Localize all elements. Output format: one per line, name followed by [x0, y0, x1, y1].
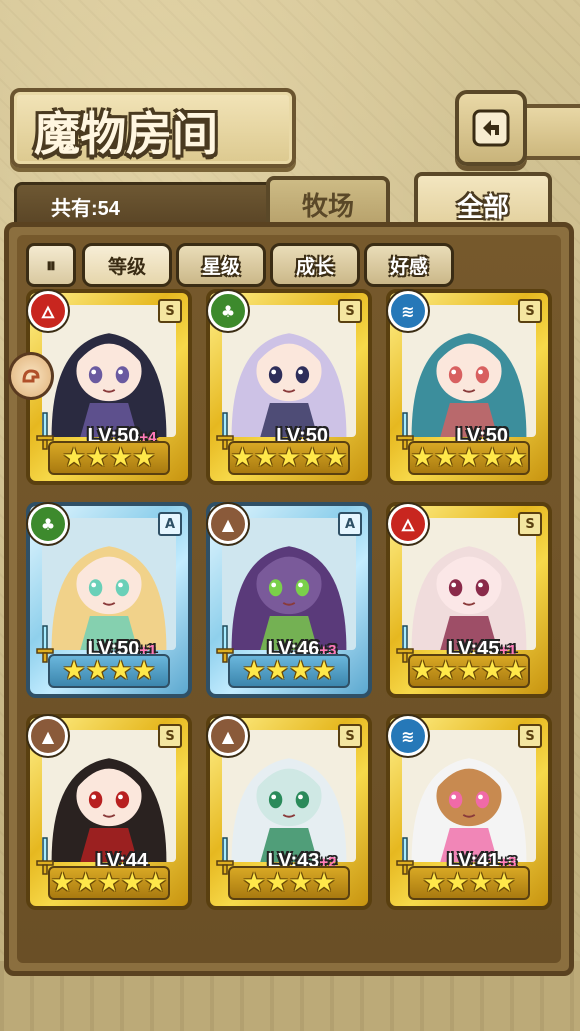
title-plate: 魔物房间 — [10, 88, 296, 168]
star-icon: ★ — [254, 443, 278, 473]
page-title: 魔物房间 — [34, 107, 218, 161]
monster-card[interactable]: ▲ S LV:44 ★ ★ ★ ★ ★ — [26, 714, 192, 910]
star-icon: ★ — [265, 656, 289, 686]
water-element-icon: ≋ — [388, 716, 428, 756]
tab-all-label: 全部 — [456, 192, 509, 223]
monster-card[interactable]: 🜂 S LV:45+1 ★ ★ ★ ★ ★ — [386, 502, 552, 698]
rank-badge: S — [338, 724, 362, 748]
star-icon: ★ — [62, 443, 86, 473]
fire-element-icon: 🜂 — [388, 504, 428, 544]
sort-affection-label: 好感 — [389, 255, 428, 278]
rank-badge: S — [518, 724, 542, 748]
star-icon: ★ — [132, 656, 156, 686]
star-icon: ★ — [62, 656, 86, 686]
star-rating: ★ ★ ★ ★ ★ — [48, 866, 170, 900]
rank-badge: S — [158, 724, 182, 748]
monster-card[interactable]: ≋ S LV:50 ★ ★ ★ ★ ★ — [386, 289, 552, 485]
sort-toggle-icon: ⏸ — [46, 253, 56, 277]
star-icon: ★ — [422, 868, 446, 898]
star-icon: ★ — [265, 868, 289, 898]
star-icon: ★ — [74, 868, 98, 898]
rank-badge: A — [158, 512, 182, 536]
tab-ranch-label: 牧场 — [301, 191, 354, 222]
rank-badge: S — [518, 299, 542, 323]
star-icon: ★ — [410, 656, 435, 686]
monster-card[interactable]: ▲ A LV:46+3 ★ ★ ★ ★ — [206, 502, 372, 698]
star-icon: ★ — [457, 443, 481, 473]
monster-card[interactable]: ♣ A LV:50+1 ★ ★ ★ ★ — [26, 502, 192, 698]
star-icon: ★ — [469, 868, 493, 898]
fire-element-icon: 🜂 — [28, 291, 68, 331]
sort-level-label: 等级 — [107, 255, 146, 278]
star-icon: ★ — [503, 443, 528, 473]
star-icon: ★ — [109, 443, 133, 473]
star-icon: ★ — [480, 443, 504, 473]
monster-count: 共有:54 — [51, 198, 120, 220]
sort-star-button[interactable]: 星级 — [176, 243, 266, 287]
sort-affection-button[interactable]: 好感 — [364, 243, 454, 287]
star-icon: ★ — [503, 656, 528, 686]
sort-star-label: 星级 — [201, 255, 240, 278]
star-icon: ★ — [434, 656, 458, 686]
star-icon: ★ — [50, 868, 75, 898]
star-icon: ★ — [143, 868, 168, 898]
star-icon: ★ — [410, 443, 435, 473]
header-bar — [520, 104, 580, 160]
sort-growth-button[interactable]: 成长 — [270, 243, 360, 287]
rank-badge: S — [338, 299, 362, 323]
star-rating: ★ ★ ★ ★ — [408, 866, 530, 900]
star-icon: ★ — [230, 443, 255, 473]
star-icon: ★ — [120, 868, 144, 898]
earth-element-icon: ▲ — [28, 716, 68, 756]
star-icon: ★ — [492, 868, 516, 898]
star-icon: ★ — [323, 443, 348, 473]
back-button[interactable] — [455, 90, 527, 166]
earth-element-icon: ▲ — [208, 504, 248, 544]
star-icon: ★ — [300, 443, 324, 473]
star-rating: ★ ★ ★ ★ ★ — [408, 654, 530, 688]
star-icon: ★ — [277, 443, 301, 473]
star-icon: ★ — [97, 868, 121, 898]
star-icon: ★ — [242, 656, 266, 686]
tab-ranch[interactable]: 牧场 — [266, 176, 390, 228]
star-rating: ★ ★ ★ ★ — [48, 654, 170, 688]
star-icon: ★ — [445, 868, 469, 898]
rank-badge: S — [158, 299, 182, 323]
star-icon: ★ — [312, 656, 336, 686]
star-rating: ★ ★ ★ ★ ★ — [228, 441, 350, 475]
sort-growth-label: 成长 — [295, 255, 334, 278]
star-icon: ★ — [109, 656, 133, 686]
sort-order-toggle[interactable]: ⏸ — [26, 243, 76, 287]
rank-badge: S — [518, 512, 542, 536]
wood-element-icon: ♣ — [28, 504, 68, 544]
monster-card[interactable]: ♣ S LV:50 ★ ★ ★ ★ ★ — [206, 289, 372, 485]
star-icon: ★ — [434, 443, 458, 473]
star-icon: ★ — [312, 868, 336, 898]
back-arrow-icon — [472, 109, 510, 147]
lock-symbol-icon — [22, 369, 40, 383]
star-icon: ★ — [457, 656, 481, 686]
earth-element-icon: ▲ — [208, 716, 248, 756]
star-icon: ★ — [480, 656, 504, 686]
star-rating: ★ ★ ★ ★ ★ — [408, 441, 530, 475]
star-rating: ★ ★ ★ ★ — [48, 441, 170, 475]
star-icon: ★ — [289, 656, 313, 686]
water-element-icon: ≋ — [388, 291, 428, 331]
star-rating: ★ ★ ★ ★ — [228, 654, 350, 688]
star-icon: ★ — [85, 656, 109, 686]
star-icon: ★ — [289, 868, 313, 898]
sort-level-button[interactable]: 等级 — [82, 243, 172, 287]
monster-card[interactable]: ▲ S LV:43+2 ★ ★ ★ ★ — [206, 714, 372, 910]
star-icon: ★ — [132, 443, 156, 473]
star-icon: ★ — [85, 443, 109, 473]
monster-card[interactable]: ≋ S LV:41+3 ★ ★ ★ ★ — [386, 714, 552, 910]
wood-element-icon: ♣ — [208, 291, 248, 331]
lock-badge-icon[interactable] — [8, 352, 54, 400]
star-rating: ★ ★ ★ ★ — [228, 866, 350, 900]
rank-badge: A — [338, 512, 362, 536]
star-icon: ★ — [242, 868, 266, 898]
